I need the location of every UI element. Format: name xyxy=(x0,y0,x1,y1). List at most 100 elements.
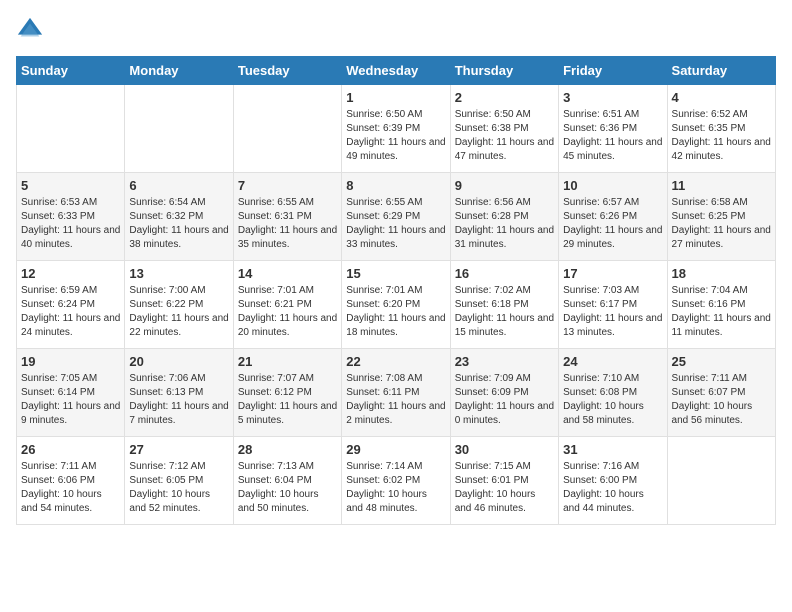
day-number: 15 xyxy=(346,266,445,281)
day-number: 25 xyxy=(672,354,771,369)
day-info: Sunrise: 7:05 AM Sunset: 6:14 PM Dayligh… xyxy=(21,372,120,428)
weekday-header: Tuesday xyxy=(233,57,341,85)
day-info: Sunrise: 7:13 AM Sunset: 6:04 PM Dayligh… xyxy=(238,460,337,516)
weekday-header: Friday xyxy=(559,57,667,85)
day-number: 3 xyxy=(563,90,662,105)
calendar-day-cell: 7 Sunrise: 6:55 AM Sunset: 6:31 PM Daylig… xyxy=(233,173,341,261)
calendar-week-row: 26 Sunrise: 7:11 AM Sunset: 6:06 PM Dayli… xyxy=(17,437,776,525)
calendar-day-cell: 22 Sunrise: 7:08 AM Sunset: 6:11 PM Dayli… xyxy=(342,349,450,437)
day-info: Sunrise: 7:04 AM Sunset: 6:16 PM Dayligh… xyxy=(672,284,771,340)
day-number: 22 xyxy=(346,354,445,369)
calendar-week-row: 1Sunrise: 6:50 AM Sunset: 6:39 PM Daylig… xyxy=(17,85,776,173)
day-number: 8 xyxy=(346,178,445,193)
weekday-header: Thursday xyxy=(450,57,558,85)
calendar-day-cell: 6 Sunrise: 6:54 AM Sunset: 6:32 PM Daylig… xyxy=(125,173,233,261)
day-number: 18 xyxy=(672,266,771,281)
calendar-day-cell: 30 Sunrise: 7:15 AM Sunset: 6:01 PM Dayli… xyxy=(450,437,558,525)
logo-icon xyxy=(16,16,44,44)
weekday-header: Monday xyxy=(125,57,233,85)
day-info: Sunrise: 7:15 AM Sunset: 6:01 PM Dayligh… xyxy=(455,460,554,516)
day-number: 5 xyxy=(21,178,120,193)
day-info: Sunrise: 7:09 AM Sunset: 6:09 PM Dayligh… xyxy=(455,372,554,428)
calendar-day-cell: 5 Sunrise: 6:53 AM Sunset: 6:33 PM Daylig… xyxy=(17,173,125,261)
calendar-day-cell: 18 Sunrise: 7:04 AM Sunset: 6:16 PM Dayli… xyxy=(667,261,775,349)
day-number: 2 xyxy=(455,90,554,105)
day-info: Sunrise: 7:08 AM Sunset: 6:11 PM Dayligh… xyxy=(346,372,445,428)
day-number: 7 xyxy=(238,178,337,193)
day-number: 6 xyxy=(129,178,228,193)
day-info: Sunrise: 7:12 AM Sunset: 6:05 PM Dayligh… xyxy=(129,460,228,516)
calendar-day-cell: 28 Sunrise: 7:13 AM Sunset: 6:04 PM Dayli… xyxy=(233,437,341,525)
day-info: Sunrise: 7:01 AM Sunset: 6:20 PM Dayligh… xyxy=(346,284,445,340)
day-info: Sunrise: 6:56 AM Sunset: 6:28 PM Dayligh… xyxy=(455,196,554,252)
day-number: 11 xyxy=(672,178,771,193)
day-number: 4 xyxy=(672,90,771,105)
calendar-day-cell: 25 Sunrise: 7:11 AM Sunset: 6:07 PM Dayli… xyxy=(667,349,775,437)
day-info: Sunrise: 7:11 AM Sunset: 6:06 PM Dayligh… xyxy=(21,460,120,516)
day-info: Sunrise: 6:55 AM Sunset: 6:29 PM Dayligh… xyxy=(346,196,445,252)
calendar-day-cell: 19 Sunrise: 7:05 AM Sunset: 6:14 PM Dayli… xyxy=(17,349,125,437)
calendar-day-cell: 14 Sunrise: 7:01 AM Sunset: 6:21 PM Dayli… xyxy=(233,261,341,349)
weekday-header: Wednesday xyxy=(342,57,450,85)
day-number: 9 xyxy=(455,178,554,193)
day-info: Sunrise: 6:55 AM Sunset: 6:31 PM Dayligh… xyxy=(238,196,337,252)
calendar-day-cell: 21 Sunrise: 7:07 AM Sunset: 6:12 PM Dayli… xyxy=(233,349,341,437)
day-info: Sunrise: 6:50 AM Sunset: 6:38 PM Dayligh… xyxy=(455,108,554,164)
calendar-day-cell: 16 Sunrise: 7:02 AM Sunset: 6:18 PM Dayli… xyxy=(450,261,558,349)
day-info: Sunrise: 7:00 AM Sunset: 6:22 PM Dayligh… xyxy=(129,284,228,340)
calendar-day-cell: 17 Sunrise: 7:03 AM Sunset: 6:17 PM Dayli… xyxy=(559,261,667,349)
day-info: Sunrise: 6:59 AM Sunset: 6:24 PM Dayligh… xyxy=(21,284,120,340)
day-info: Sunrise: 7:02 AM Sunset: 6:18 PM Dayligh… xyxy=(455,284,554,340)
calendar-week-row: 12 Sunrise: 6:59 AM Sunset: 6:24 PM Dayli… xyxy=(17,261,776,349)
day-info: Sunrise: 6:53 AM Sunset: 6:33 PM Dayligh… xyxy=(21,196,120,252)
weekday-header-row: SundayMondayTuesdayWednesdayThursdayFrid… xyxy=(17,57,776,85)
day-number: 28 xyxy=(238,442,337,457)
day-number: 14 xyxy=(238,266,337,281)
day-info: Sunrise: 6:58 AM Sunset: 6:25 PM Dayligh… xyxy=(672,196,771,252)
day-info: Sunrise: 6:52 AM Sunset: 6:35 PM Dayligh… xyxy=(672,108,771,164)
day-info: Sunrise: 7:03 AM Sunset: 6:17 PM Dayligh… xyxy=(563,284,662,340)
day-number: 27 xyxy=(129,442,228,457)
day-number: 13 xyxy=(129,266,228,281)
day-number: 30 xyxy=(455,442,554,457)
day-info: Sunrise: 7:16 AM Sunset: 6:00 PM Dayligh… xyxy=(563,460,662,516)
day-info: Sunrise: 6:57 AM Sunset: 6:26 PM Dayligh… xyxy=(563,196,662,252)
calendar-table: SundayMondayTuesdayWednesdayThursdayFrid… xyxy=(16,56,776,525)
day-number: 10 xyxy=(563,178,662,193)
day-number: 19 xyxy=(21,354,120,369)
calendar-day-cell: 20Sunrise: 7:06 AM Sunset: 6:13 PM Dayli… xyxy=(125,349,233,437)
calendar-day-cell: 15 Sunrise: 7:01 AM Sunset: 6:20 PM Dayli… xyxy=(342,261,450,349)
day-number: 16 xyxy=(455,266,554,281)
calendar-day-cell: 9 Sunrise: 6:56 AM Sunset: 6:28 PM Daylig… xyxy=(450,173,558,261)
weekday-header: Sunday xyxy=(17,57,125,85)
calendar-day-cell: 27 Sunrise: 7:12 AM Sunset: 6:05 PM Dayli… xyxy=(125,437,233,525)
day-number: 26 xyxy=(21,442,120,457)
calendar-day-cell: 24Sunrise: 7:10 AM Sunset: 6:08 PM Dayli… xyxy=(559,349,667,437)
day-info: Sunrise: 7:10 AM Sunset: 6:08 PM Dayligh… xyxy=(563,372,662,428)
calendar-day-cell: 31 Sunrise: 7:16 AM Sunset: 6:00 PM Dayli… xyxy=(559,437,667,525)
day-info: Sunrise: 7:07 AM Sunset: 6:12 PM Dayligh… xyxy=(238,372,337,428)
page-header xyxy=(16,16,776,44)
day-number: 29 xyxy=(346,442,445,457)
calendar-day-cell xyxy=(17,85,125,173)
logo xyxy=(16,16,48,44)
calendar-day-cell: 11 Sunrise: 6:58 AM Sunset: 6:25 PM Dayli… xyxy=(667,173,775,261)
calendar-day-cell xyxy=(233,85,341,173)
day-info: Sunrise: 7:01 AM Sunset: 6:21 PM Dayligh… xyxy=(238,284,337,340)
day-number: 17 xyxy=(563,266,662,281)
day-info: Sunrise: 7:14 AM Sunset: 6:02 PM Dayligh… xyxy=(346,460,445,516)
day-number: 12 xyxy=(21,266,120,281)
calendar-day-cell xyxy=(125,85,233,173)
calendar-day-cell: 3Sunrise: 6:51 AM Sunset: 6:36 PM Daylig… xyxy=(559,85,667,173)
calendar-week-row: 5 Sunrise: 6:53 AM Sunset: 6:33 PM Daylig… xyxy=(17,173,776,261)
calendar-day-cell: 23Sunrise: 7:09 AM Sunset: 6:09 PM Dayli… xyxy=(450,349,558,437)
calendar-day-cell: 29 Sunrise: 7:14 AM Sunset: 6:02 PM Dayli… xyxy=(342,437,450,525)
day-number: 21 xyxy=(238,354,337,369)
day-info: Sunrise: 7:11 AM Sunset: 6:07 PM Dayligh… xyxy=(672,372,771,428)
calendar-day-cell: 13 Sunrise: 7:00 AM Sunset: 6:22 PM Dayli… xyxy=(125,261,233,349)
weekday-header: Saturday xyxy=(667,57,775,85)
day-info: Sunrise: 6:54 AM Sunset: 6:32 PM Dayligh… xyxy=(129,196,228,252)
day-info: Sunrise: 7:06 AM Sunset: 6:13 PM Dayligh… xyxy=(129,372,228,428)
calendar-day-cell: 2 Sunrise: 6:50 AM Sunset: 6:38 PM Daylig… xyxy=(450,85,558,173)
day-number: 31 xyxy=(563,442,662,457)
